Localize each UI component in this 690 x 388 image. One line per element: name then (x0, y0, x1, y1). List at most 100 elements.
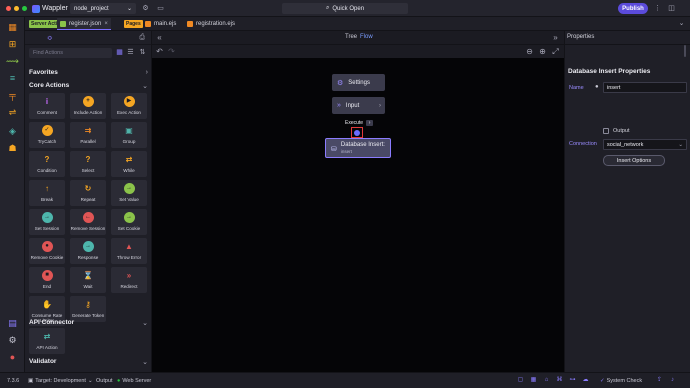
insert-options-button[interactable]: Insert Options (603, 155, 665, 166)
print-icon[interactable]: ⎙ (139, 34, 145, 42)
section-title: API Connector (29, 319, 75, 326)
settings-gear-icon[interactable]: ⚙ (141, 4, 150, 13)
web-server-button[interactable]: ● Web Server (117, 378, 151, 384)
action-tile-comment[interactable]: i Comment (29, 93, 65, 119)
flow-canvas[interactable]: « Tree Flow » ↶ ↷ ⊖ ⊕ ⤢ ⚙ Settings » Inp… (152, 31, 564, 372)
view-toggle-icon[interactable]: ▭ (156, 4, 165, 13)
undo-icon[interactable]: ↶ (155, 47, 164, 56)
action-tile-include-action[interactable]: + Include Action (70, 93, 106, 119)
redo-icon[interactable]: ↷ (167, 47, 176, 56)
tab-main-ejs[interactable]: main.ejs (142, 18, 179, 30)
action-tile-set-value[interactable]: → Set Value (111, 180, 147, 206)
action-tile-label: End (42, 284, 52, 289)
action-tile-break[interactable]: ↑ Break (29, 180, 65, 206)
hierarchy-icon[interactable]: ⊶ (569, 377, 576, 384)
zoom-in-icon[interactable]: ⊕ (538, 47, 547, 56)
more-menu-icon[interactable]: ⋮ (653, 4, 662, 13)
action-tile-select[interactable]: ? Select (70, 151, 106, 177)
git-icon[interactable]: ╤ (6, 89, 19, 101)
notifications-icon[interactable]: ● (6, 351, 19, 363)
extensions-icon[interactable]: ☗ (6, 142, 19, 154)
grid-view-icon[interactable]: ▦ (115, 48, 124, 58)
action-tile-remove-cookie[interactable]: ● Remove Cookie (29, 238, 65, 264)
panel-collapse-icon[interactable]: « (155, 33, 164, 42)
action-tile-end[interactable]: ■ End (29, 267, 65, 293)
chevron-down-icon: ⌄ (87, 378, 93, 384)
action-tile-exec-action[interactable]: ▶ Exec Action (111, 93, 147, 119)
target-select[interactable]: ▣ Target: Development ⌄ (28, 378, 93, 384)
input-node[interactable]: » Input › (332, 97, 385, 114)
terminal-icon[interactable]: ▤ (6, 317, 19, 329)
action-tile-redirect[interactable]: » Redirect (111, 267, 147, 293)
action-tile-set-session[interactable]: → Set Session (29, 209, 65, 235)
tag-icon[interactable]: ⌘ (556, 377, 563, 384)
bell-icon[interactable]: ♪ (669, 377, 676, 384)
quick-open-button[interactable]: ⌕ Quick Open (282, 3, 408, 14)
find-actions-input[interactable]: Find Actions (29, 48, 112, 58)
action-tile-group[interactable]: ▣ Group (111, 122, 147, 148)
tab-tree[interactable]: Tree (345, 34, 357, 40)
home-icon[interactable]: ⌂ (543, 377, 550, 384)
cloud-icon[interactable]: ☁ (582, 377, 589, 384)
info-icon[interactable]: ● (595, 84, 599, 90)
api-connector-section[interactable]: API Connector ⌄ (29, 317, 148, 328)
resources-icon[interactable]: ⇌ (6, 106, 19, 118)
chevron-right-icon[interactable]: › (366, 120, 374, 126)
database-icon[interactable]: ≡ (6, 72, 19, 84)
tab-registration-ejs[interactable]: registration.ejs (184, 18, 238, 30)
output-button[interactable]: Output (96, 378, 113, 384)
action-tile-remove-session[interactable]: ← Remove Session (70, 209, 106, 235)
system-check-button[interactable]: ✓ System Check (600, 378, 642, 384)
minimize-window-button[interactable] (14, 6, 19, 11)
app-structure-icon[interactable]: ⊞ (6, 38, 19, 50)
repeat-icon: ↻ (84, 184, 92, 193)
layout-icon[interactable]: ▢ (517, 377, 524, 384)
action-tile-repeat[interactable]: ↻ Repeat (70, 180, 106, 206)
publish-button[interactable]: Publish (618, 3, 648, 14)
core-actions-section[interactable]: Core Actions ⌄ (29, 80, 148, 91)
arrow-circle-icon: → (41, 212, 53, 223)
close-tab-icon[interactable]: × (104, 21, 108, 27)
layers-icon[interactable]: ◈ (6, 125, 19, 137)
action-tile-condition[interactable]: ? Condition (29, 151, 65, 177)
action-tile-label: Parallel (80, 139, 96, 144)
action-tile-trycatch[interactable]: ✓ TryCatch (29, 122, 65, 148)
action-tile-response[interactable]: → Response (70, 238, 106, 264)
execute-connector[interactable] (351, 127, 363, 138)
sort-icon[interactable]: ⇅ (138, 48, 147, 58)
action-tile-label: Repeat (80, 197, 96, 202)
connection-select[interactable]: social_network ⌄ (603, 139, 687, 150)
tab-register-json[interactable]: register.json × (57, 18, 111, 30)
settings-node[interactable]: ⚙ Settings (332, 74, 385, 91)
action-tile-parallel[interactable]: ⇉ Parallel (70, 122, 106, 148)
server-connect-icon[interactable]: ⟿ (6, 55, 19, 67)
action-tile-api-action[interactable]: ⇄ API Action (29, 328, 65, 354)
preferences-gear-icon[interactable]: ⚙ (6, 334, 19, 346)
pages-icon[interactable]: ▦ (6, 21, 19, 33)
validator-section[interactable]: Validator ⌄ (29, 356, 148, 367)
panel-expand-icon[interactable]: » (551, 33, 560, 42)
close-window-button[interactable] (6, 6, 11, 11)
action-tile-throw-error[interactable]: ▲ Throw Error (111, 238, 147, 264)
action-tile-set-cookie[interactable]: → Set Cookie (111, 209, 147, 235)
list-view-icon[interactable]: ☰ (126, 48, 135, 58)
name-field[interactable]: insert (603, 82, 687, 93)
fit-screen-icon[interactable]: ⤢ (551, 47, 560, 56)
tab-flow[interactable]: Flow (360, 34, 373, 40)
favorites-section[interactable]: Favorites › (29, 67, 148, 78)
sliders-icon[interactable]: ≎ (47, 34, 53, 42)
properties-panel: Properties Database Insert Properties Na… (564, 31, 690, 372)
action-tile-label: While (123, 168, 135, 173)
layout-icon[interactable]: ◫ (667, 4, 676, 13)
zoom-out-icon[interactable]: ⊖ (525, 47, 534, 56)
tab-overflow-chevron-icon[interactable]: ⌄ (677, 19, 686, 28)
share-icon[interactable]: ⇪ (656, 377, 663, 384)
grid-icon[interactable]: ▦ (530, 377, 537, 384)
action-tile-while[interactable]: ⇄ While (111, 151, 147, 177)
project-select[interactable]: node_project ⌄ (70, 3, 136, 14)
output-checkbox[interactable] (603, 128, 609, 134)
action-tile-wait[interactable]: ⌛ Wait (70, 267, 106, 293)
panel-scrollbar[interactable] (684, 45, 686, 57)
maximize-window-button[interactable] (22, 6, 27, 11)
database-insert-node[interactable]: ⛁ Database Insert: insert (325, 138, 391, 158)
